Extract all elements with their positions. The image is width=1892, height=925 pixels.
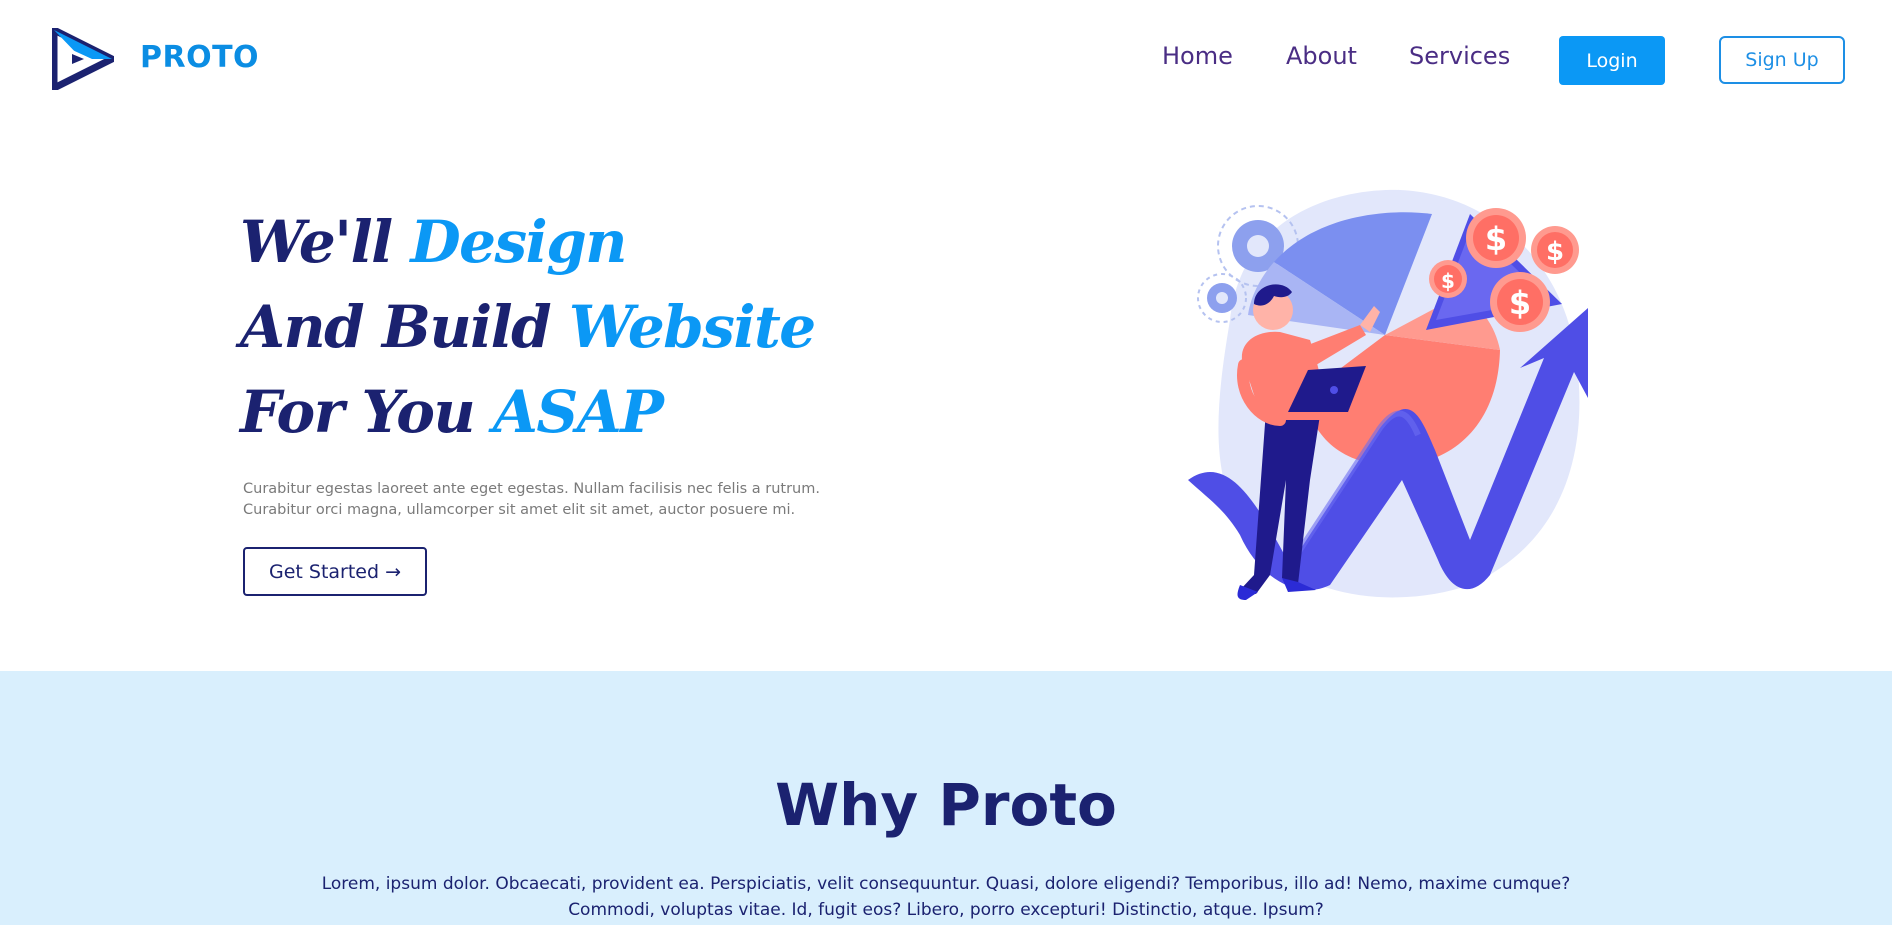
why-proto-title: Why Proto (775, 771, 1117, 839)
nav-services-link[interactable]: Services (1409, 42, 1510, 70)
why-proto-description: Lorem, ipsum dolor. Obcaecati, provident… (321, 874, 1571, 920)
svg-text:$: $ (1441, 269, 1455, 293)
hero-title-line: We'll Design (240, 208, 627, 276)
svg-text:$: $ (1485, 220, 1507, 258)
hero-description: Curabitur egestas laoreet ante eget eges… (243, 481, 820, 518)
signup-button[interactable]: Sign Up (1719, 36, 1845, 84)
nav-about-link[interactable]: About (1286, 42, 1357, 70)
login-button[interactable]: Login (1559, 36, 1665, 85)
nav-home-link[interactable]: Home (1162, 42, 1233, 70)
business-growth-illustration-icon: $ $ $ $ (1188, 189, 1588, 600)
hero-title: We'll Design And Build Website For You A… (240, 200, 860, 455)
hero-title-line: For You ASAP (240, 378, 664, 446)
brand-name[interactable]: PROTO (140, 40, 259, 75)
svg-text:$: $ (1546, 237, 1564, 267)
site-header: PROTO Home About Services Login Sign Up (0, 0, 1892, 118)
landing-page: PROTO Home About Services Login Sign Up … (0, 0, 1892, 925)
triangle-play-logo-icon[interactable] (52, 28, 114, 90)
svg-text:$: $ (1509, 284, 1531, 322)
get-started-button[interactable]: Get Started → (243, 547, 427, 596)
hero-title-line: And Build Website (240, 293, 816, 361)
why-proto-section: Why Proto Lorem, ipsum dolor. Obcaecati,… (0, 671, 1892, 925)
